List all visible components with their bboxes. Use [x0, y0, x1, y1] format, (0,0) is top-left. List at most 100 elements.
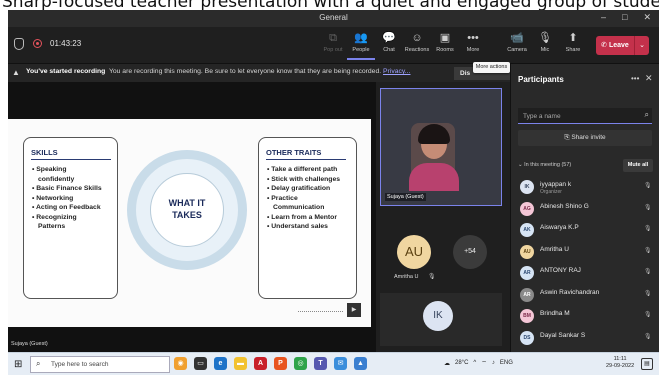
cortana-icon[interactable]: ◉	[174, 357, 187, 370]
trait-item: • Learn from a Mentor	[267, 213, 337, 221]
presenter-label: Sujaya (Guest)	[11, 341, 48, 347]
notification-icon[interactable]: ▤	[641, 358, 653, 370]
search-input[interactable]	[518, 108, 638, 124]
slide-next-button[interactable]: ▶	[347, 303, 361, 317]
windows-taskbar: ⊞ ⌕ Type here to search ◉ ▭ e ▬ A P ◎ T …	[8, 352, 659, 375]
close-window-button[interactable]: ✕	[643, 12, 651, 23]
mic-off-icon: 🎙	[644, 312, 652, 318]
meeting-toolbar: 01:43:23 ⧉ Pop out 👥 People 💬 Chat ☺ Rea…	[8, 27, 659, 64]
more-actions-tooltip: More actions	[473, 62, 510, 73]
minimize-button[interactable]: –	[601, 12, 606, 23]
search-icon[interactable]: ⌕	[645, 110, 649, 120]
taskbar-search[interactable]: ⌕ Type here to search	[30, 356, 170, 373]
chrome-icon[interactable]: ◎	[294, 357, 307, 370]
file-explorer-icon[interactable]: ▬	[234, 357, 247, 370]
skills-box: SKILLS • Speaking confidently • Basic Fi…	[23, 137, 118, 299]
title-bar: General – □ ✕	[8, 10, 659, 27]
photos-icon[interactable]: ▲	[354, 357, 367, 370]
people-icon: 👥	[354, 32, 368, 44]
more-options-icon[interactable]: •••	[631, 74, 639, 83]
trait-item: • Delay gratification	[267, 185, 331, 192]
network-icon[interactable]: ⌔	[481, 359, 487, 367]
participant-avatar: AG	[520, 201, 534, 216]
skill-item: • Acting on Feedback	[32, 204, 101, 211]
mic-off-icon: 🎙	[644, 183, 652, 189]
center-title: WHAT IT TAKES	[168, 198, 206, 220]
avatar-name-label: Amritha U	[394, 274, 419, 280]
mail-icon[interactable]: ✉	[334, 357, 347, 370]
participant-name: Dayal Sankar S	[540, 331, 586, 339]
skills-title: SKILLS	[31, 148, 58, 157]
more-participants-button[interactable]: +54	[453, 235, 487, 269]
participant-avatar: AR	[520, 266, 534, 280]
edge-icon[interactable]: e	[214, 357, 227, 370]
windows-start-icon[interactable]: ⊞	[14, 359, 22, 370]
participant-row[interactable]: DS Dayal Sankar S 🎙	[511, 327, 659, 349]
participant-row[interactable]: BM Brindha M 🎙	[511, 305, 659, 327]
trait-item: • Take a different path	[267, 166, 338, 173]
participant-avatar: BM	[520, 309, 534, 323]
participant-name: Aiswarya K.P	[540, 224, 579, 231]
in-meeting-header[interactable]: ⌄ In this meeting (57)	[518, 162, 571, 168]
close-icon[interactable]: ✕	[645, 73, 653, 84]
leave-button[interactable]: ✆ Leave	[596, 36, 634, 55]
pane-title: Participants	[518, 75, 564, 84]
participant-role: Organizer	[540, 189, 562, 195]
volume-icon[interactable]: ♪	[492, 360, 495, 366]
warning-icon: ▲	[12, 68, 20, 77]
leave-options-button[interactable]: ⌄	[634, 36, 649, 55]
trait-item: • Understand sales	[267, 223, 328, 230]
mic-off-icon: 🎙	[644, 247, 652, 254]
pop-out-icon: ⧉	[329, 32, 337, 44]
privacy-link[interactable]: Privacy...	[383, 68, 410, 75]
skill-item: • Recognizing	[32, 213, 77, 221]
share-invite-button[interactable]: ⎘ Share invite	[518, 130, 652, 146]
participant-name: Aswin Ravichandran	[540, 288, 600, 296]
banner-title: You've started recording	[26, 68, 106, 75]
more-icon: •••	[467, 32, 479, 44]
mute-all-button[interactable]: Mute all	[623, 159, 653, 172]
maximize-button[interactable]: □	[622, 12, 627, 23]
share-button[interactable]: ⬆ Share	[559, 30, 587, 54]
video-name-label: Sujaya (Guest)	[385, 193, 426, 201]
more-button[interactable]: ••• More	[459, 30, 487, 54]
participant-row[interactable]: IK iyyappan k Organizer 🎙	[511, 176, 659, 198]
task-view-icon[interactable]: ▭	[194, 357, 207, 370]
pop-out-button[interactable]: ⧉ Pop out	[319, 30, 347, 54]
mic-off-icon: 🎙	[644, 333, 652, 340]
video-tile-sujaya[interactable]: Sujaya (Guest)	[380, 88, 502, 206]
camera-off-icon: 📹	[510, 32, 524, 44]
chevron-up-icon[interactable]: ^	[473, 360, 476, 366]
reactions-icon: ☺	[411, 32, 423, 44]
rooms-button[interactable]: ▣ Rooms	[431, 30, 459, 54]
mic-button[interactable]: 🎙 Mic	[531, 30, 559, 54]
participant-name: iyyappan k	[540, 181, 572, 188]
avatar-amritha[interactable]: AU	[397, 235, 431, 269]
taskbar-clock[interactable]: 11:11 29-09-2022	[606, 356, 634, 370]
participant-row[interactable]: AG Abinesh Shino G 🎙	[511, 198, 659, 220]
shield-icon[interactable]	[14, 38, 24, 50]
traits-title: OTHER TRAITS	[266, 148, 322, 157]
participant-avatar: IK	[520, 180, 534, 194]
skill-item: • Speaking	[32, 166, 67, 173]
participant-name: Brindha M	[540, 310, 570, 317]
teams-icon[interactable]: T	[314, 357, 327, 370]
language-indicator[interactable]: ENG	[500, 360, 513, 366]
participant-row[interactable]: AK Aiswarya K.P 🎙	[511, 219, 659, 241]
trait-item: Communication	[273, 204, 325, 211]
weather-icon[interactable]: ☁	[444, 360, 450, 367]
window-title: General	[319, 13, 348, 22]
reactions-button[interactable]: ☺ Reactions	[403, 30, 431, 54]
participant-name: ANTONY RAJ	[540, 267, 581, 274]
recording-banner: ▲ You've started recording You are recor…	[8, 64, 510, 82]
video-tile-ik[interactable]: IK	[380, 293, 502, 346]
participant-row[interactable]: AU Amritha U 🎙	[511, 241, 659, 263]
camera-button[interactable]: 📹 Camera	[503, 30, 531, 54]
weather-temp[interactable]: 28°C	[455, 360, 468, 366]
participant-row[interactable]: AR Aswin Ravichandran 🎙	[511, 284, 659, 306]
participant-row[interactable]: AR ANTONY RAJ 🎙	[511, 262, 659, 284]
chat-button[interactable]: 💬 Chat	[375, 30, 403, 54]
people-button[interactable]: 👥 People	[347, 30, 375, 60]
powerpoint-icon[interactable]: P	[274, 357, 287, 370]
pdf-icon[interactable]: A	[254, 357, 267, 370]
